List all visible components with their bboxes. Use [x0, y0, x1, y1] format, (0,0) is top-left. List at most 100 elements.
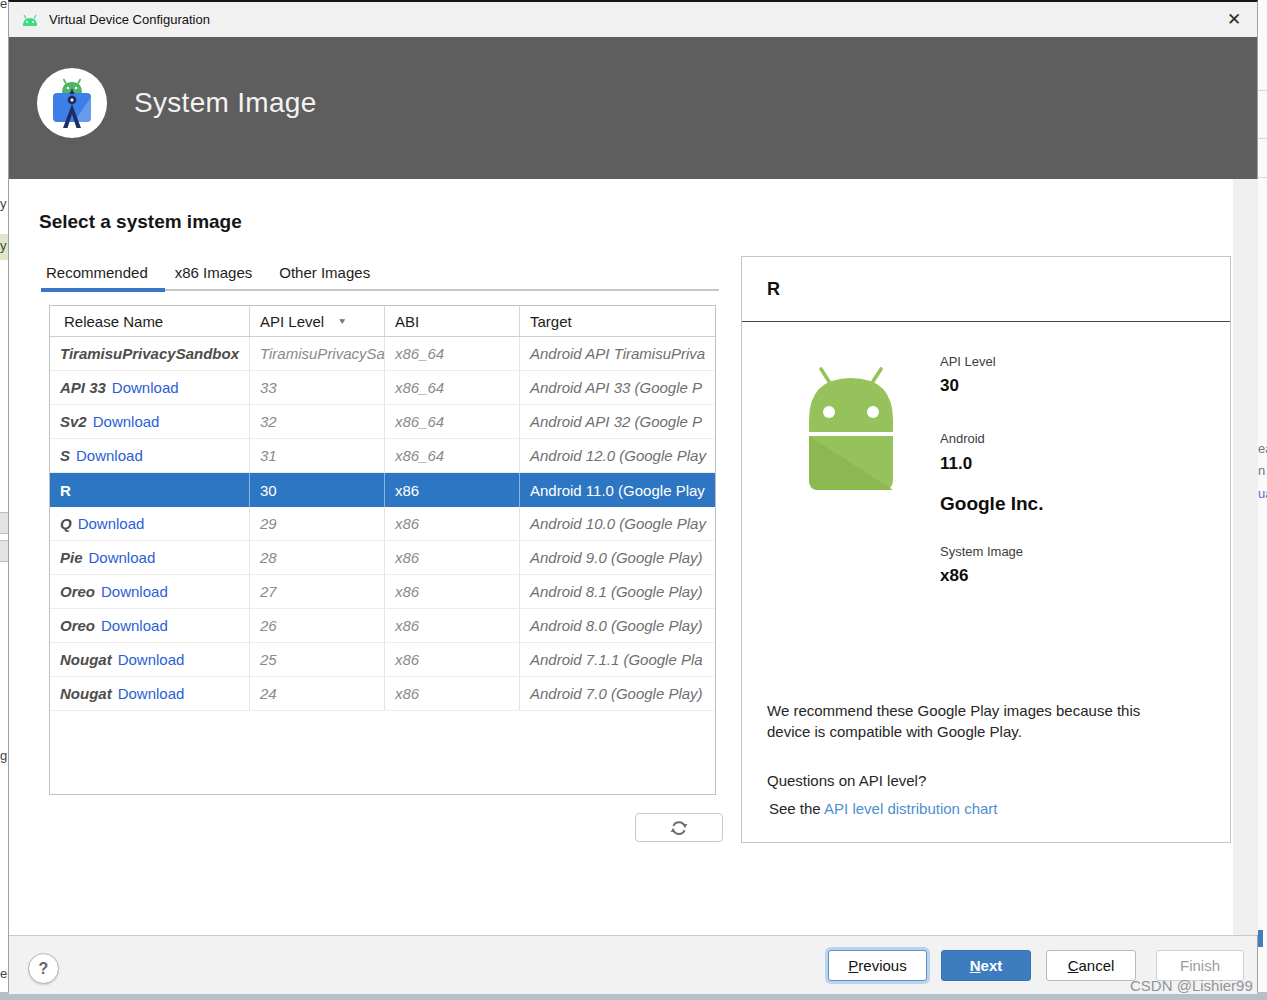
abi-cell: x86_64	[395, 345, 444, 362]
release-name: Nougat	[60, 685, 112, 702]
table-row[interactable]: API 33 Download 33 x86_64 Android API 33 (Go…	[50, 371, 715, 405]
target-cell: Android 8.1 (Google Play)	[530, 583, 703, 600]
right-gutter	[1233, 179, 1258, 935]
table-row[interactable]: Nougat Download 24 x86 Android 7.0 (Google P…	[50, 677, 715, 711]
background-block	[0, 540, 8, 562]
release-name: R	[60, 482, 71, 499]
table-header: Release Name API Level▼ ABI Target	[50, 306, 715, 337]
api-level-cell: 28	[260, 549, 277, 566]
download-link[interactable]: Download	[118, 685, 185, 702]
table-row[interactable]: OreoDownload27x86Android 8.1 (Google Pla…	[50, 575, 715, 609]
content-area: Select a system image Recommended x86 Im…	[9, 179, 1257, 935]
see-the-text: See the API level distribution chart	[769, 800, 997, 817]
tab-underline-track	[165, 289, 719, 291]
target-cell: Android 7.0 (Google Play)	[530, 685, 703, 702]
background-text-fragment: ua	[1258, 486, 1267, 501]
column-header-abi[interactable]: ABI	[385, 306, 520, 336]
table-row[interactable]: TiramisuPrivacySandboxTiramisuPrivacySax…	[50, 337, 715, 371]
background-right-strip: eanua	[1258, 0, 1267, 1000]
release-name: S	[60, 447, 70, 464]
api-level-cell: 27	[260, 583, 277, 600]
abi-cell: x86	[395, 651, 419, 668]
cancel-button[interactable]: Cancel	[1046, 950, 1136, 981]
android-label: Android	[940, 431, 985, 446]
api-level-cell: 26	[260, 617, 277, 634]
panel-divider	[742, 321, 1230, 322]
target-cell: Android API 32 (Google P	[530, 413, 702, 430]
release-name: API 33	[60, 379, 106, 396]
download-link[interactable]: Download	[76, 447, 143, 464]
previous-button[interactable]: Previous	[828, 950, 927, 981]
sort-desc-icon: ▼	[337, 316, 347, 325]
virtual-device-configuration-dialog: Virtual Device Configuration ✕ System Im…	[8, 0, 1258, 992]
background-text-fragment: n	[1258, 463, 1265, 478]
tab-bar: Recommended x86 Images Other Images	[46, 264, 370, 281]
api-level-distribution-chart-link[interactable]: API level distribution chart	[824, 800, 997, 817]
recommendation-text: We recommend these Google Play images be…	[767, 700, 1187, 742]
tab-other-images[interactable]: Other Images	[279, 264, 370, 281]
background-text-fragment: y	[0, 196, 7, 211]
api-level-cell: 25	[260, 651, 277, 668]
background-text-fragment: er	[0, 966, 8, 981]
android-studio-logo	[37, 68, 107, 138]
target-cell: Android 10.0 (Google Play	[530, 515, 706, 532]
wizard-step-title: System Image	[134, 87, 317, 119]
release-name: TiramisuPrivacySandbox	[60, 345, 239, 362]
table-row[interactable]: NougatDownload25x86Android 7.1.1 (Google…	[50, 643, 715, 677]
abi-cell: x86	[395, 685, 419, 702]
background-left-strip: eyyger	[0, 0, 8, 1000]
table-row[interactable]: QDownload29x86Android 10.0 (Google Play	[50, 507, 715, 541]
watermark: CSDN @Lishier99	[1130, 977, 1253, 994]
page-title: Select a system image	[39, 211, 242, 233]
download-link[interactable]: Download	[93, 413, 160, 430]
tab-x86-images[interactable]: x86 Images	[175, 264, 253, 281]
target-cell: Android API TiramisuPriva	[530, 345, 705, 362]
api-level-cell: 30	[260, 482, 277, 499]
selected-release-name: R	[767, 279, 780, 300]
table-row[interactable]: OreoDownload26x86Android 8.0 (Google Pla…	[50, 609, 715, 643]
download-link[interactable]: Download	[89, 549, 156, 566]
abi-cell: x86	[395, 482, 419, 499]
column-header-api-level[interactable]: API Level▼	[250, 306, 385, 336]
target-cell: Android 12.0 (Google Play	[530, 447, 706, 464]
next-button[interactable]: Next	[941, 950, 1031, 981]
active-tab-underline	[41, 288, 165, 292]
background-block	[0, 512, 8, 534]
tab-recommended[interactable]: Recommended	[46, 264, 148, 281]
api-level-question: Questions on API level?	[767, 772, 926, 789]
system-image-label: System Image	[940, 544, 1023, 559]
close-icon[interactable]: ✕	[1223, 9, 1245, 31]
target-cell: Android 11.0 (Google Play	[530, 482, 705, 499]
download-link[interactable]: Download	[118, 651, 185, 668]
release-name: Oreo	[60, 617, 95, 634]
background-text-fragment: g	[0, 748, 7, 763]
release-name: Q	[60, 515, 72, 532]
download-link[interactable]: Download	[101, 583, 168, 600]
column-header-target[interactable]: Target	[520, 306, 715, 336]
refresh-button[interactable]	[635, 813, 723, 842]
download-link[interactable]: Download	[78, 515, 145, 532]
target-cell: Android 9.0 (Google Play)	[530, 549, 703, 566]
api-level-cell: 24	[260, 685, 277, 702]
api-level-label: API Level	[940, 354, 996, 369]
window-title: Virtual Device Configuration	[49, 12, 210, 27]
android-robot-image	[795, 366, 907, 496]
abi-cell: x86_64	[395, 379, 444, 396]
system-image-table: Release Name API Level▼ ABI Target Tiram…	[49, 305, 716, 795]
target-cell: Android 7.1.1 (Google Pla	[530, 651, 703, 668]
column-header-release-name[interactable]: Release Name	[50, 306, 250, 336]
abi-cell: x86	[395, 583, 419, 600]
help-button[interactable]: ?	[28, 953, 59, 984]
download-link[interactable]: Download	[101, 617, 168, 634]
table-row[interactable]: SDownload31x86_64Android 12.0 (Google Pl…	[50, 439, 715, 473]
table-row[interactable]: R 30 x86 Android 11.0 (Google Play	[50, 473, 715, 507]
abi-cell: x86_64	[395, 413, 444, 430]
table-row[interactable]: Sv2Download32x86_64Android API 32 (Googl…	[50, 405, 715, 439]
api-level-cell: 33	[260, 379, 277, 396]
api-level-cell: 31	[260, 447, 277, 464]
system-image-details-panel: R API Level 30 Android 11.0 Google Inc. …	[741, 256, 1231, 843]
target-cell: Android API 33 (Google P	[530, 379, 702, 396]
download-link[interactable]: Download	[112, 379, 179, 396]
table-row[interactable]: PieDownload28x86Android 9.0 (Google Play…	[50, 541, 715, 575]
release-name: Sv2	[60, 413, 87, 430]
